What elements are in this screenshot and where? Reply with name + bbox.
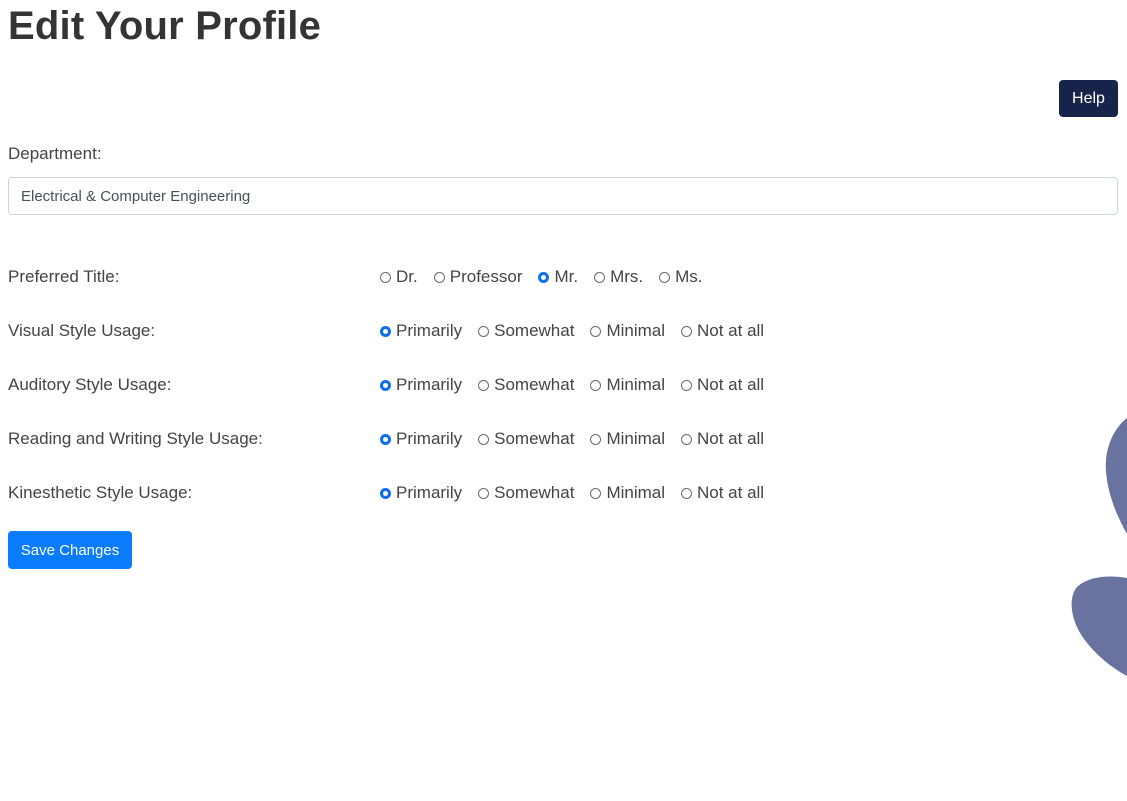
preferred-title-options: Dr. Professor Mr. Mrs. Ms. bbox=[380, 265, 719, 289]
visual-style-label: Visual Style Usage: bbox=[8, 321, 156, 340]
usage-option-label: Minimal bbox=[606, 375, 665, 394]
radio-button[interactable] bbox=[380, 271, 391, 283]
usage-option-not-at-all[interactable]: Not at all bbox=[681, 373, 764, 397]
radio-button[interactable] bbox=[380, 487, 391, 499]
radio-button[interactable] bbox=[380, 379, 391, 391]
radio-button[interactable] bbox=[380, 325, 391, 337]
usage-option-primarily[interactable]: Primarily bbox=[380, 319, 462, 343]
auditory-style-label: Auditory Style Usage: bbox=[8, 375, 172, 394]
radio-button[interactable] bbox=[681, 379, 692, 391]
page-title: Edit Your Profile bbox=[8, 4, 322, 48]
preferred-title-label: Preferred Title: bbox=[8, 267, 120, 286]
department-label: Department: bbox=[8, 144, 102, 163]
usage-option-minimal[interactable]: Minimal bbox=[590, 427, 665, 451]
radio-button[interactable] bbox=[590, 325, 602, 337]
title-option-ms[interactable]: Ms. bbox=[659, 265, 703, 289]
usage-option-label: Primarily bbox=[396, 429, 463, 448]
usage-option-somewhat[interactable]: Somewhat bbox=[478, 373, 574, 397]
radio-button[interactable] bbox=[478, 325, 490, 337]
decorative-blob-upper bbox=[1105, 418, 1127, 534]
usage-option-minimal[interactable]: Minimal bbox=[590, 481, 665, 505]
usage-option-minimal[interactable]: Minimal bbox=[590, 319, 665, 343]
usage-option-label: Primarily bbox=[396, 375, 463, 394]
auditory-style-options: Primarily Somewhat Minimal Not at all bbox=[380, 373, 780, 397]
usage-option-somewhat[interactable]: Somewhat bbox=[478, 481, 574, 505]
usage-option-label: Minimal bbox=[606, 429, 665, 448]
usage-option-label: Somewhat bbox=[494, 321, 575, 340]
usage-option-label: Somewhat bbox=[494, 483, 575, 502]
radio-button[interactable] bbox=[538, 271, 550, 283]
decorative-blob-lower bbox=[1071, 576, 1127, 676]
usage-option-label: Primarily bbox=[396, 321, 463, 340]
radio-button[interactable] bbox=[594, 271, 606, 283]
kinesthetic-style-options: Primarily Somewhat Minimal Not at all bbox=[380, 481, 780, 505]
usage-option-label: Not at all bbox=[697, 375, 765, 394]
radio-button[interactable] bbox=[681, 433, 692, 445]
usage-option-label: Not at all bbox=[697, 483, 765, 502]
usage-option-label: Minimal bbox=[606, 321, 665, 340]
usage-option-somewhat[interactable]: Somewhat bbox=[478, 427, 574, 451]
title-option-label: Ms. bbox=[675, 267, 703, 286]
department-input[interactable] bbox=[8, 177, 1118, 215]
usage-option-primarily[interactable]: Primarily bbox=[380, 481, 462, 505]
radio-button[interactable] bbox=[659, 271, 671, 283]
visual-style-options: Primarily Somewhat Minimal Not at all bbox=[380, 319, 780, 343]
radio-button[interactable] bbox=[478, 487, 490, 499]
reading-writing-style-label: Reading and Writing Style Usage: bbox=[8, 429, 263, 448]
radio-button[interactable] bbox=[433, 271, 445, 283]
title-option-label: Dr. bbox=[396, 267, 418, 286]
radio-button[interactable] bbox=[478, 433, 490, 445]
reading-writing-style-options: Primarily Somewhat Minimal Not at all bbox=[380, 427, 780, 451]
usage-option-minimal[interactable]: Minimal bbox=[590, 373, 665, 397]
save-changes-button[interactable]: Save Changes bbox=[8, 531, 132, 569]
title-option-mrs[interactable]: Mrs. bbox=[594, 265, 643, 289]
title-option-dr[interactable]: Dr. bbox=[380, 265, 418, 289]
usage-option-label: Minimal bbox=[606, 483, 665, 502]
kinesthetic-style-row: Kinesthetic Style Usage: Primarily Somew… bbox=[8, 481, 908, 505]
preferred-title-row: Preferred Title: Dr. Professor Mr. Mrs. … bbox=[8, 265, 908, 289]
usage-option-label: Not at all bbox=[697, 321, 765, 340]
usage-option-label: Primarily bbox=[396, 483, 463, 502]
reading-writing-style-row: Reading and Writing Style Usage: Primari… bbox=[8, 427, 908, 451]
kinesthetic-style-label: Kinesthetic Style Usage: bbox=[8, 483, 193, 502]
usage-option-not-at-all[interactable]: Not at all bbox=[681, 481, 764, 505]
radio-button[interactable] bbox=[590, 379, 602, 391]
help-button[interactable]: Help bbox=[1059, 80, 1118, 117]
radio-button[interactable] bbox=[380, 433, 391, 445]
usage-option-primarily[interactable]: Primarily bbox=[380, 373, 462, 397]
title-option-mr[interactable]: Mr. bbox=[538, 265, 578, 289]
usage-option-label: Not at all bbox=[697, 429, 765, 448]
radio-button[interactable] bbox=[590, 487, 602, 499]
radio-button[interactable] bbox=[590, 433, 602, 445]
radio-button[interactable] bbox=[478, 379, 490, 391]
usage-option-label: Somewhat bbox=[494, 429, 575, 448]
title-option-label: Mr. bbox=[554, 267, 579, 286]
title-option-label: Professor bbox=[449, 267, 523, 286]
usage-option-label: Somewhat bbox=[494, 375, 575, 394]
visual-style-row: Visual Style Usage: Primarily Somewhat M… bbox=[8, 319, 908, 343]
usage-option-not-at-all[interactable]: Not at all bbox=[681, 427, 764, 451]
radio-button[interactable] bbox=[681, 487, 692, 499]
auditory-style-row: Auditory Style Usage: Primarily Somewhat… bbox=[8, 373, 908, 397]
usage-option-primarily[interactable]: Primarily bbox=[380, 427, 462, 451]
usage-option-somewhat[interactable]: Somewhat bbox=[478, 319, 574, 343]
title-option-professor[interactable]: Professor bbox=[433, 265, 523, 289]
usage-option-not-at-all[interactable]: Not at all bbox=[681, 319, 764, 343]
radio-button[interactable] bbox=[681, 325, 692, 337]
title-option-label: Mrs. bbox=[610, 267, 644, 286]
